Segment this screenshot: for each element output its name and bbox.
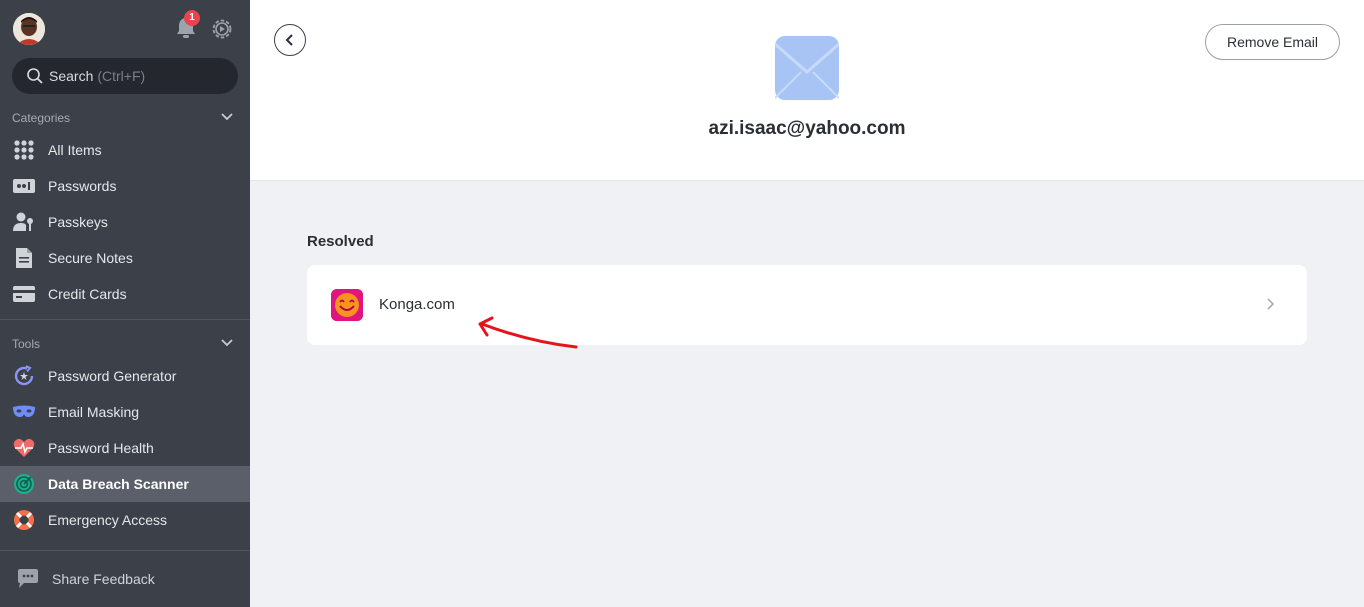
- search-input[interactable]: Search (Ctrl+F): [12, 58, 238, 94]
- sidebar-item-data-breach-scanner[interactable]: Data Breach Scanner: [0, 466, 250, 502]
- sidebar: 1 Search (Ctrl+F) Categories All Items P…: [0, 0, 250, 607]
- sidebar-item-password-health[interactable]: Password Health: [0, 430, 250, 466]
- mask-icon: [12, 400, 36, 424]
- envelope-icon: [774, 36, 840, 100]
- tools-heading-label: Tools: [12, 337, 41, 351]
- breach-item-name: Konga.com: [379, 296, 455, 313]
- passkey-icon: [12, 210, 36, 234]
- back-button[interactable]: [274, 24, 306, 56]
- remove-email-button[interactable]: Remove Email: [1205, 24, 1340, 60]
- search-label: Search: [49, 68, 94, 84]
- sidebar-item-label: All Items: [48, 142, 102, 158]
- chevron-down-icon: [221, 339, 233, 347]
- note-icon: [12, 246, 36, 270]
- radar-icon: [12, 472, 36, 496]
- chevron-down-icon: [221, 113, 233, 121]
- chevron-left-icon: [285, 34, 293, 46]
- email-detail-header: azi.isaac@yahoo.com Remove Email: [250, 0, 1364, 181]
- share-feedback-button[interactable]: Share Feedback: [0, 561, 250, 597]
- sidebar-divider: [0, 550, 250, 551]
- sidebar-item-label: Data Breach Scanner: [48, 476, 189, 492]
- generator-icon: [12, 364, 36, 388]
- sidebar-item-email-masking[interactable]: Email Masking: [0, 394, 250, 430]
- sidebar-item-secure-notes[interactable]: Secure Notes: [0, 240, 250, 276]
- password-icon: [12, 174, 36, 198]
- tools-heading[interactable]: Tools: [12, 337, 238, 351]
- share-feedback-label: Share Feedback: [52, 571, 155, 587]
- sidebar-item-label: Passwords: [48, 178, 117, 194]
- breach-list-item[interactable]: Konga.com: [307, 265, 1307, 345]
- annotation-arrow-icon: [478, 316, 578, 349]
- sidebar-item-label: Secure Notes: [48, 250, 133, 266]
- sidebar-item-all-items[interactable]: All Items: [0, 132, 250, 168]
- settings-gear-icon[interactable]: [210, 17, 234, 41]
- sidebar-item-label: Emergency Access: [48, 512, 168, 528]
- lifebuoy-icon: [12, 508, 36, 532]
- sidebar-item-password-generator[interactable]: Password Generator: [0, 358, 250, 394]
- email-address-title: azi.isaac@yahoo.com: [708, 118, 906, 139]
- sidebar-item-passkeys[interactable]: Passkeys: [0, 204, 250, 240]
- user-avatar[interactable]: [13, 13, 45, 45]
- konga-logo-icon: [331, 289, 363, 321]
- notification-badge: 1: [184, 10, 200, 26]
- sidebar-item-credit-cards[interactable]: Credit Cards: [0, 276, 250, 312]
- categories-heading-label: Categories: [12, 111, 71, 125]
- chevron-right-icon: [1267, 298, 1275, 310]
- sidebar-item-label: Passkeys: [48, 214, 108, 230]
- categories-heading[interactable]: Categories: [12, 111, 238, 125]
- sidebar-item-label: Password Generator: [48, 368, 177, 384]
- heart-pulse-icon: [12, 436, 36, 460]
- sidebar-divider: [0, 319, 250, 320]
- sidebar-item-passwords[interactable]: Passwords: [0, 168, 250, 204]
- sidebar-item-emergency-access[interactable]: Emergency Access: [0, 502, 250, 538]
- search-shortcut-hint: (Ctrl+F): [97, 68, 146, 84]
- sidebar-item-label: Password Health: [48, 440, 154, 456]
- sidebar-item-label: Email Masking: [48, 404, 140, 420]
- sidebar-item-label: Credit Cards: [48, 286, 127, 302]
- resolved-section-heading: Resolved: [307, 233, 374, 250]
- credit-card-icon: [12, 282, 36, 306]
- grid-icon: [12, 138, 36, 162]
- chat-bubble-icon: [17, 569, 39, 589]
- search-icon: [27, 68, 43, 84]
